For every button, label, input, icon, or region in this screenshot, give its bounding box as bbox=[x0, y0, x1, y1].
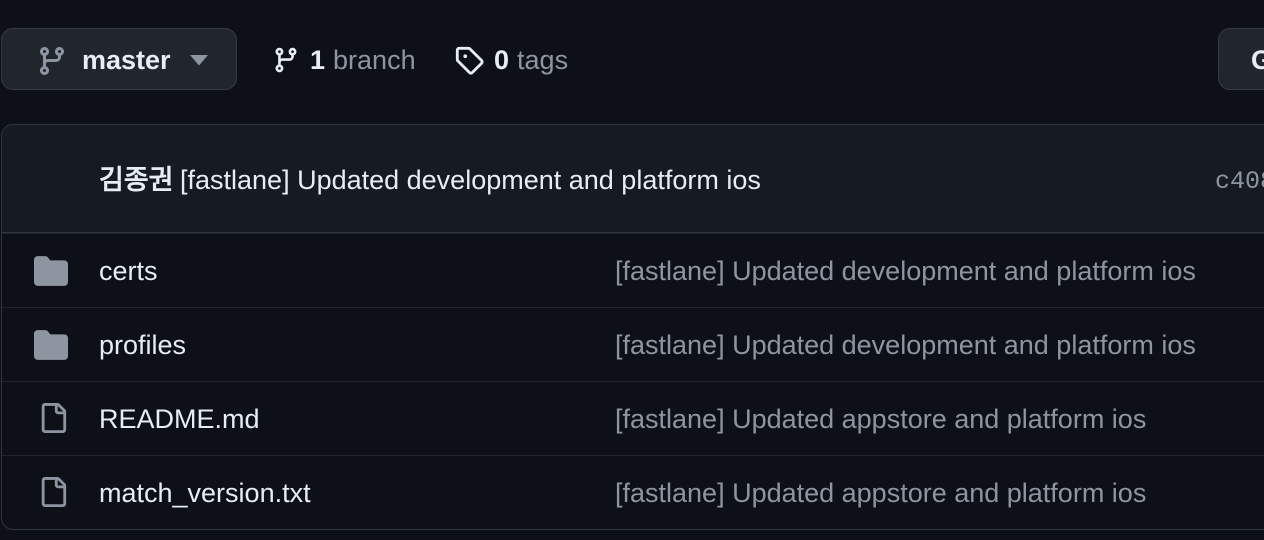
file-row-readme[interactable]: README.md [fastlane] Updated appstore an… bbox=[2, 381, 1264, 455]
tag-icon bbox=[455, 46, 484, 75]
file-commit-message[interactable]: [fastlane] Updated development and platf… bbox=[615, 254, 1196, 288]
file-commit-message[interactable]: [fastlane] Updated development and platf… bbox=[615, 328, 1196, 362]
git-branch-icon bbox=[275, 47, 297, 73]
tag-count: 0 bbox=[494, 44, 510, 75]
file-row-profiles[interactable]: profiles [fastlane] Updated development … bbox=[2, 307, 1264, 381]
file-commit-message[interactable]: [fastlane] Updated appstore and platform… bbox=[615, 402, 1146, 436]
folder-icon bbox=[34, 330, 68, 360]
commit-sha[interactable]: c408 bbox=[1215, 165, 1264, 199]
tag-count-label: tags bbox=[517, 44, 569, 75]
file-icon bbox=[41, 403, 67, 433]
git-branch-icon bbox=[39, 47, 64, 76]
branch-selector-button[interactable]: master bbox=[1, 28, 237, 90]
commit-message[interactable]: [fastlane] Updated development and platf… bbox=[180, 163, 761, 197]
branch-count: 1 bbox=[310, 44, 326, 75]
branch-selector-label: master bbox=[82, 45, 171, 75]
file-list: 김종권 [fastlane] Updated development and p… bbox=[1, 124, 1264, 530]
file-name[interactable]: certs bbox=[99, 254, 158, 288]
repo-toolbar: master 1 branch 0 tags G bbox=[0, 0, 1264, 124]
caret-down-icon bbox=[190, 55, 208, 66]
branches-link[interactable]: 1 branch bbox=[272, 40, 416, 80]
code-button[interactable]: G bbox=[1218, 28, 1264, 90]
tags-link[interactable]: 0 tags bbox=[454, 40, 568, 80]
folder-icon bbox=[34, 256, 68, 286]
file-name[interactable]: README.md bbox=[99, 402, 260, 436]
file-commit-message[interactable]: [fastlane] Updated appstore and platform… bbox=[615, 476, 1146, 510]
latest-commit-row: 김종권 [fastlane] Updated development and p… bbox=[2, 125, 1264, 233]
file-icon bbox=[41, 477, 67, 507]
file-row-match-version[interactable]: match_version.txt [fastlane] Updated app… bbox=[2, 455, 1264, 529]
commit-author[interactable]: 김종권 bbox=[99, 163, 174, 197]
code-button-label: G bbox=[1251, 43, 1264, 77]
file-name[interactable]: profiles bbox=[99, 328, 186, 362]
file-name[interactable]: match_version.txt bbox=[99, 476, 311, 510]
file-row-certs[interactable]: certs [fastlane] Updated development and… bbox=[2, 233, 1264, 307]
branch-count-label: branch bbox=[333, 44, 416, 75]
